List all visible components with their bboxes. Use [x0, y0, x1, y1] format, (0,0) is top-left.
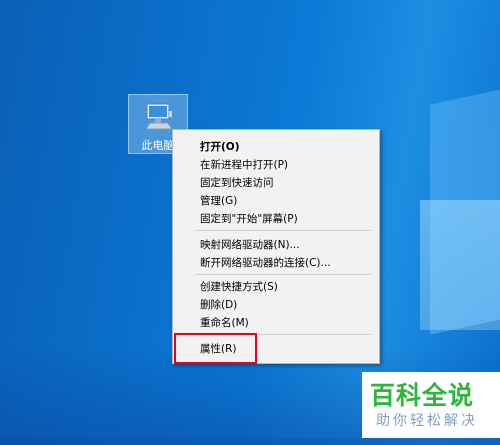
context-menu: 打开(O) 在新进程中打开(P) 固定到快速访问 管理(G) 固定到"开始"屏幕…	[172, 129, 380, 364]
watermark-logo: 百科全说 助你轻松解决	[362, 372, 500, 438]
menu-item-rename[interactable]: 重命名(M)	[200, 315, 249, 330]
watermark-title: 百科全说	[370, 381, 475, 410]
watermark-subtitle: 助你轻松解决	[376, 413, 478, 429]
menu-item-delete[interactable]: 删除(D)	[200, 297, 237, 312]
highlight-box	[174, 333, 257, 364]
menu-item-map-network-drive[interactable]: 映射网络驱动器(N)...	[200, 237, 300, 252]
menu-separator	[195, 230, 371, 231]
computer-icon	[145, 103, 173, 130]
menu-item-disconnect-network-drive[interactable]: 断开网络驱动器的连接(C)...	[200, 255, 331, 270]
light-beam-decoration	[420, 200, 500, 330]
menu-item-open-new-process[interactable]: 在新进程中打开(P)	[200, 157, 288, 172]
menu-item-manage[interactable]: 管理(G)	[200, 193, 237, 208]
menu-item-pin-quick-access[interactable]: 固定到快速访问	[200, 175, 274, 190]
menu-item-create-shortcut[interactable]: 创建快捷方式(S)	[200, 279, 278, 294]
menu-separator	[195, 274, 371, 275]
menu-item-pin-start[interactable]: 固定到"开始"屏幕(P)	[200, 211, 298, 226]
menu-item-open[interactable]: 打开(O)	[200, 139, 240, 154]
